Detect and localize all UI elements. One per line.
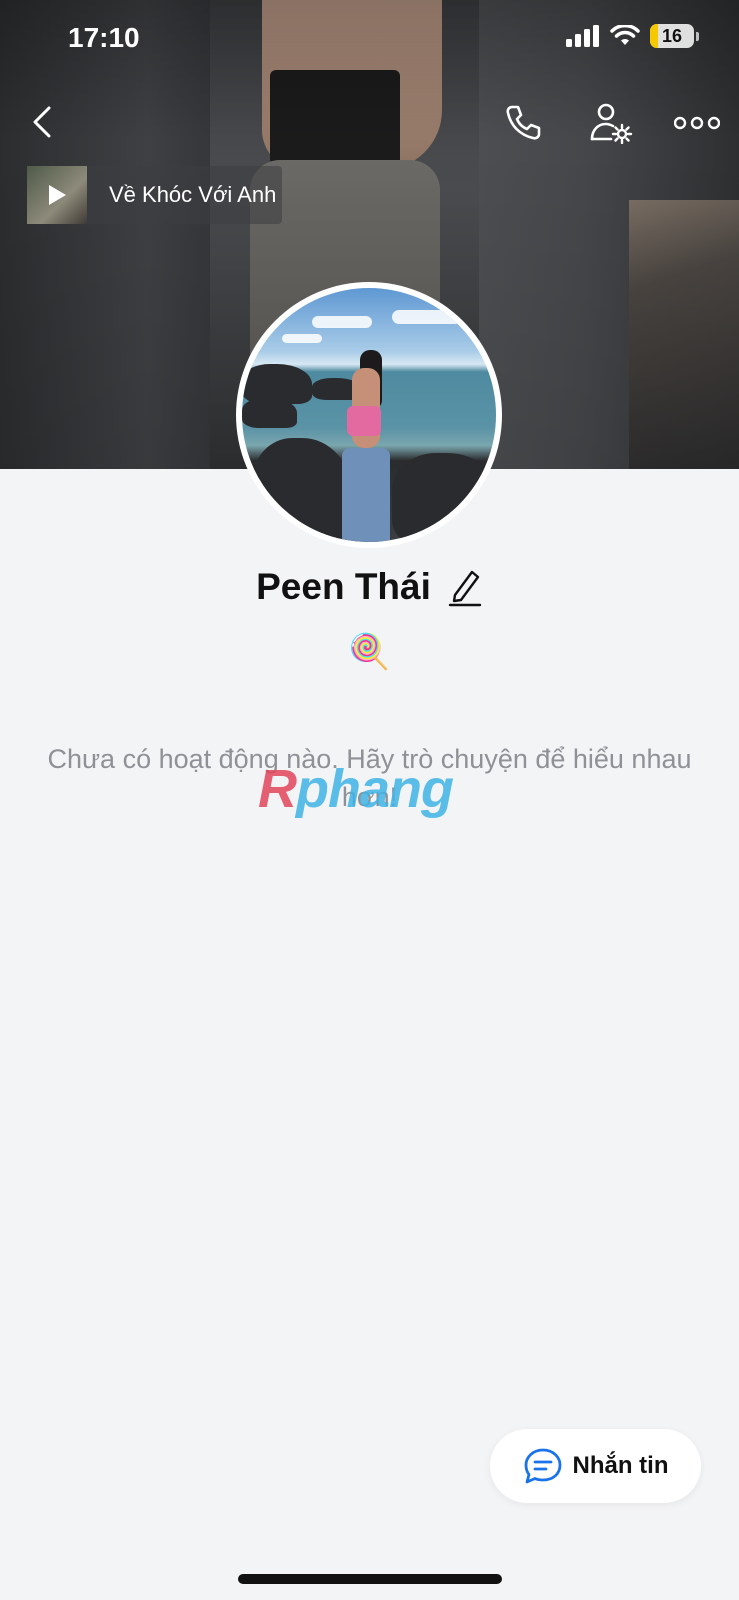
phone-icon xyxy=(506,105,541,140)
battery-level: 16 xyxy=(661,25,683,46)
cellular-signal-icon xyxy=(566,25,599,47)
chevron-left-icon xyxy=(33,106,51,138)
profile-name: Peen Thái xyxy=(256,566,431,607)
message-button[interactable]: Nhắn tin xyxy=(490,1429,701,1503)
status-time: 17:10 xyxy=(68,22,140,53)
wifi-icon xyxy=(610,25,640,45)
call-button[interactable] xyxy=(500,100,546,146)
profile-settings-icon xyxy=(590,103,633,144)
profile-bio: 🍭 xyxy=(348,633,391,671)
home-indicator[interactable] xyxy=(238,1574,502,1584)
music-cover[interactable] xyxy=(27,166,87,224)
status-icons: 16 xyxy=(566,24,699,48)
profile-settings-button[interactable] xyxy=(586,100,636,146)
pencil-icon xyxy=(448,570,482,607)
watermark: Rphang xyxy=(258,758,454,820)
more-icon xyxy=(674,116,720,130)
back-button[interactable] xyxy=(22,100,62,144)
watermark-part1: R xyxy=(258,759,297,819)
edit-name-button[interactable] xyxy=(447,567,483,607)
watermark-part2: phang xyxy=(296,759,454,819)
music-title: Về Khóc Với Anh xyxy=(109,182,277,207)
chat-bubble-icon xyxy=(524,1448,561,1484)
profile-name-row: Peen Thái xyxy=(0,566,739,608)
profile-music[interactable]: Về Khóc Với Anh xyxy=(27,166,282,224)
avatar[interactable] xyxy=(236,282,502,548)
play-icon xyxy=(49,185,66,205)
message-button-label: Nhắn tin xyxy=(572,1452,669,1479)
more-button[interactable] xyxy=(672,106,722,140)
battery-icon: 16 xyxy=(650,24,694,48)
